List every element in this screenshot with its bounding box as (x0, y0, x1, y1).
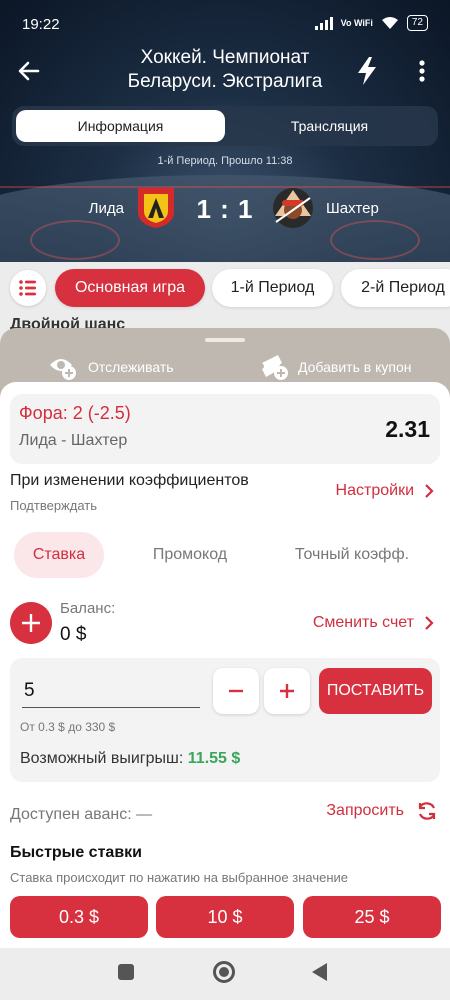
info-stream-toggle: Информация Трансляция (12, 106, 438, 146)
odds-change-title: При изменении коэффициентов (10, 472, 249, 489)
tab-promocode[interactable]: Промокод (150, 532, 230, 578)
status-bar: 19:22 Vo WiFi 72 (0, 0, 450, 48)
decrease-stake-button[interactable] (213, 668, 259, 714)
chevron-right-icon (425, 616, 434, 630)
back-button[interactable] (312, 963, 327, 981)
period-status: 1-й Период. Прошло 11:38 (157, 155, 293, 167)
eye-plus-icon (50, 359, 76, 380)
lightning-bolt-icon[interactable] (354, 56, 380, 86)
team2-logo (273, 188, 313, 228)
quick-bet-button[interactable]: 25 $ (303, 896, 441, 938)
team1-logo (138, 188, 174, 228)
market-filter-bar: Основная игра 1-й Период 2-й Период (0, 262, 450, 322)
page-title: Хоккей. Чемпионат Беларуси. Экстралига (60, 46, 390, 94)
refresh-icon (418, 802, 436, 820)
team2-name: Шахтер (326, 200, 379, 217)
match-score: 1 : 1 (196, 194, 254, 224)
title-line-2: Беларуси. Экстралига (127, 71, 323, 92)
status-icons: Vo WiFi 72 (314, 15, 428, 31)
track-button[interactable]: Отслеживать (48, 348, 174, 386)
request-label: Запросить (326, 802, 404, 819)
chip-period-2[interactable]: 2-й Период (341, 269, 450, 307)
home-button[interactable] (213, 961, 235, 983)
chip-period-1[interactable]: 1-й Период (212, 269, 333, 307)
quick-bet-button[interactable]: 10 $ (156, 896, 294, 938)
bet-slip-body: Фора: 2 (-2.5) Лида - Шахтер 2.31 При из… (0, 382, 450, 948)
tab-broadcast[interactable]: Трансляция (225, 110, 434, 142)
bet-event: Лида - Шахтер (19, 432, 128, 449)
chevron-right-icon (425, 484, 434, 498)
request-advance-button[interactable]: Запросить (326, 800, 438, 822)
tab-exact-odds[interactable]: Точный коэфф. (292, 532, 412, 578)
chip-main-game[interactable]: Основная игра (55, 269, 205, 307)
settings-button[interactable]: Настройки (336, 482, 434, 500)
wifi-icon (381, 17, 398, 29)
bet-slip-sheet: Отслеживать Добавить в купон Фора: 2 (-2… (0, 328, 450, 948)
stake-card: ПОСТАВИТЬ От 0.3 $ до 330 $ Возможный вы… (10, 658, 440, 782)
back-arrow-icon[interactable] (16, 58, 42, 84)
system-nav-bar (0, 948, 450, 1000)
bet-market: Фора: 2 (-2.5) (19, 403, 131, 423)
stake-range: От 0.3 $ до 330 $ (20, 720, 116, 734)
place-bet-button[interactable]: ПОСТАВИТЬ (319, 668, 432, 714)
add-to-coupon-label: Добавить в купон (298, 359, 412, 375)
add-to-coupon-button[interactable]: Добавить в купон (260, 348, 411, 386)
track-label: Отслеживать (88, 359, 174, 375)
increase-stake-button[interactable] (264, 668, 310, 714)
team1-name: Лида (88, 200, 124, 217)
tab-information[interactable]: Информация (16, 110, 225, 142)
selected-bet-card: Фора: 2 (-2.5) Лида - Шахтер 2.31 (10, 394, 440, 464)
balance-value: 0 $ (60, 624, 87, 645)
balance-label: Баланс: (60, 600, 116, 617)
match-header: 19:22 Vo WiFi 72 Хоккей. Чемпионат Белар… (0, 0, 450, 262)
signal-icon (314, 16, 333, 30)
advance-available: Доступен аванс: — (10, 806, 153, 823)
quick-bets-subtitle: Ставка происходит по нажатию на выбранно… (10, 870, 348, 885)
stake-amount-input[interactable] (22, 674, 200, 708)
quick-bet-button[interactable]: 0.3 $ (10, 896, 148, 938)
possible-win-label: Возможный выигрыш: (20, 750, 184, 767)
title-line-1: Хоккей. Чемпионат (140, 47, 310, 68)
scoreboard: Лида 1 : 1 Шахтер (0, 184, 450, 234)
possible-win: Возможный выигрыш: 11.55 $ (20, 750, 240, 768)
plus-icon (280, 684, 294, 698)
network-label: Vo WiFi (340, 17, 373, 28)
possible-win-amount: 11.55 $ (187, 750, 241, 767)
list-icon[interactable] (10, 270, 46, 306)
minus-icon (229, 689, 243, 693)
battery-icon: 72 (406, 15, 428, 31)
tab-stake[interactable]: Ставка (14, 532, 104, 578)
bet-odds: 2.31 (385, 416, 430, 442)
change-account-button[interactable]: Сменить счет (313, 614, 434, 632)
status-time: 19:22 (22, 16, 60, 33)
change-account-label: Сменить счет (312, 614, 414, 631)
sheet-grabber[interactable] (205, 338, 245, 342)
quick-bets-title: Быстрые ставки (10, 844, 142, 861)
deposit-plus-icon[interactable] (10, 602, 52, 644)
ticket-plus-icon (262, 355, 288, 380)
odds-change-mode: Подтверждать (10, 498, 98, 513)
settings-label: Настройки (335, 482, 414, 499)
more-vertical-icon[interactable] (414, 58, 430, 84)
recents-button[interactable] (118, 964, 134, 980)
